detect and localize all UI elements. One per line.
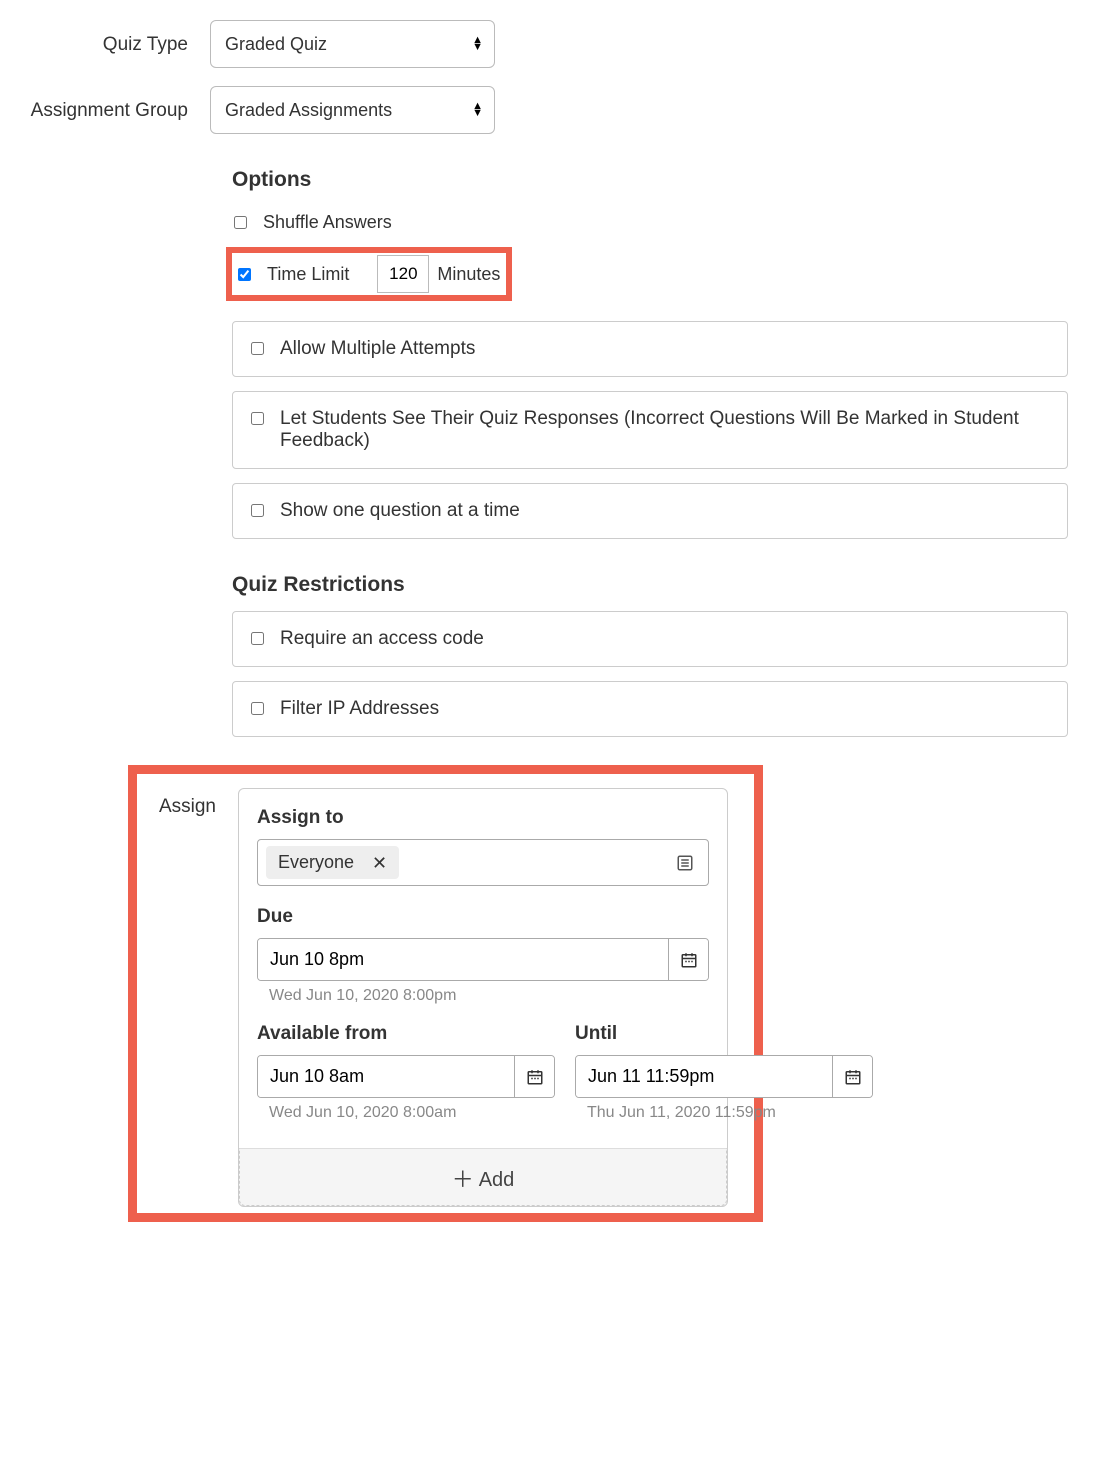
filter-ip-label: Filter IP Addresses [280,698,439,720]
until-label: Until [575,1023,873,1045]
assign-to-label: Assign to [257,807,709,829]
quiz-type-select[interactable]: Graded Quiz [210,20,495,68]
calendar-icon [526,1068,544,1086]
let-students-see-checkbox[interactable] [251,412,264,425]
access-code-label: Require an access code [280,628,484,650]
until-hint: Thu Jun 11, 2020 11:59pm [587,1104,873,1122]
assignment-group-row: Assignment Group Graded Assignments ▲▼ [30,86,1068,134]
allow-multiple-checkbox[interactable] [251,342,264,355]
quiz-type-row: Quiz Type Graded Quiz ▲▼ [30,20,1068,68]
assign-label: Assign [143,788,238,1207]
shuffle-answers-label: Shuffle Answers [263,212,392,233]
plus-icon: ＋ [452,1167,474,1192]
from-calendar-button[interactable] [514,1056,554,1097]
let-students-see-row: Let Students See Their Quiz Responses (I… [232,391,1068,469]
access-code-checkbox[interactable] [251,632,264,645]
due-label: Due [257,906,709,928]
filter-ip-row: Filter IP Addresses [232,681,1068,737]
one-question-row: Show one question at a time [232,483,1068,539]
allow-multiple-label: Allow Multiple Attempts [280,338,475,360]
shuffle-answers-checkbox[interactable] [234,216,247,229]
assignee-chip: Everyone ✕ [266,846,399,879]
add-label: Add [479,1169,515,1191]
quiz-type-label: Quiz Type [30,20,210,56]
assignment-group-select[interactable]: Graded Assignments [210,86,495,134]
from-hint: Wed Jun 10, 2020 8:00am [269,1104,555,1122]
from-input[interactable] [258,1056,514,1097]
due-hint: Wed Jun 10, 2020 8:00pm [269,987,709,1005]
assign-highlight: Assign Assign to Everyone ✕ Due [128,765,763,1222]
remove-chip-icon[interactable]: ✕ [372,854,387,872]
add-override-button[interactable]: ＋Add [239,1148,727,1206]
until-input[interactable] [576,1056,832,1097]
calendar-icon [844,1068,862,1086]
assignee-chip-text: Everyone [278,852,354,873]
one-question-checkbox[interactable] [251,504,264,517]
allow-multiple-row: Allow Multiple Attempts [232,321,1068,377]
filter-ip-checkbox[interactable] [251,702,264,715]
time-limit-input[interactable] [377,255,429,293]
due-input-wrap [257,938,709,981]
until-calendar-button[interactable] [832,1056,872,1097]
let-students-see-label: Let Students See Their Quiz Responses (I… [280,408,1051,452]
shuffle-answers-row: Shuffle Answers [232,204,1068,241]
restrictions-heading: Quiz Restrictions [232,573,1068,597]
available-from-label: Available from [257,1023,555,1045]
assign-to-field[interactable]: Everyone ✕ [257,839,709,886]
until-input-wrap [575,1055,873,1098]
assign-box: Assign to Everyone ✕ Due [238,788,728,1207]
time-limit-highlight: Time Limit Minutes [226,247,512,301]
due-calendar-button[interactable] [668,939,708,980]
one-question-label: Show one question at a time [280,500,520,522]
calendar-icon [680,951,698,969]
from-input-wrap [257,1055,555,1098]
options-heading: Options [232,168,1068,192]
time-limit-unit: Minutes [437,264,500,285]
assignment-group-label: Assignment Group [30,86,210,122]
time-limit-checkbox[interactable] [238,268,251,281]
time-limit-label: Time Limit [267,264,349,285]
list-icon[interactable] [676,854,694,872]
access-code-row: Require an access code [232,611,1068,667]
due-input[interactable] [258,939,668,980]
